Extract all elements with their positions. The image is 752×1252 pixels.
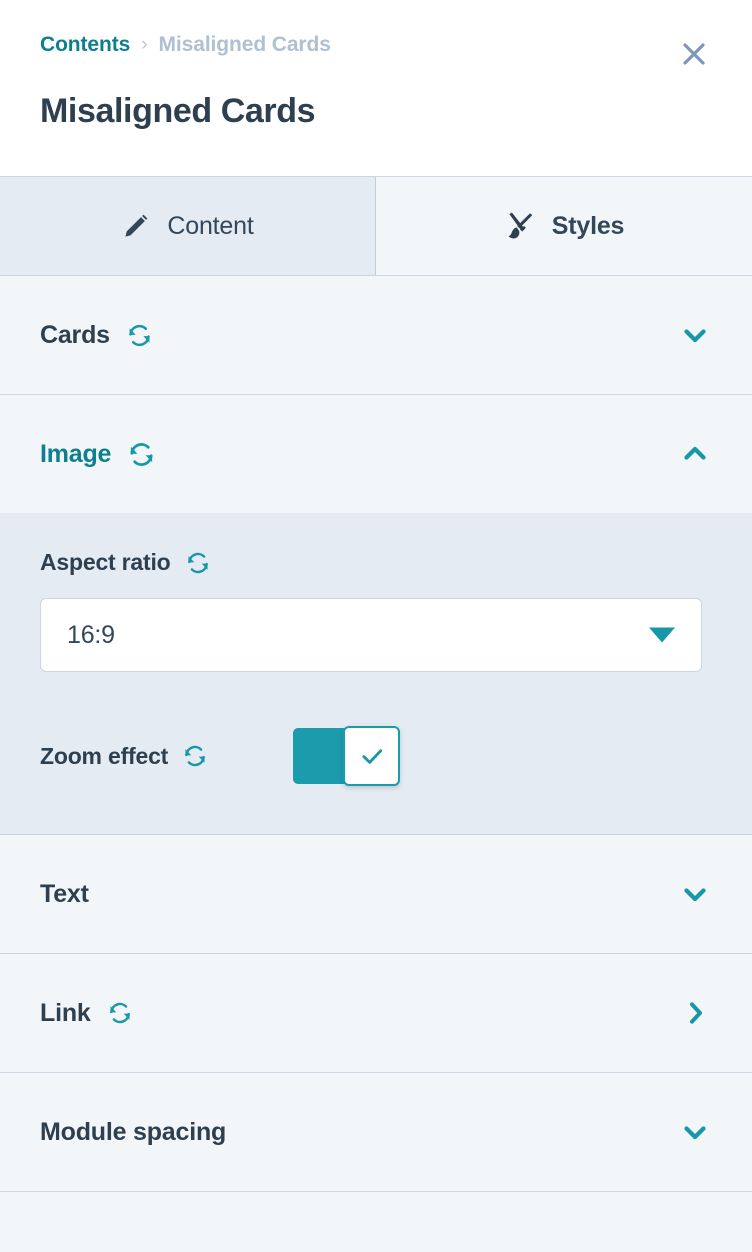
tab-content-label: Content — [167, 211, 254, 240]
caret-down-icon — [649, 627, 675, 643]
chevron-down-icon — [684, 329, 706, 343]
aspect-ratio-select[interactable]: 16:9 — [40, 598, 702, 672]
zoom-effect-label: Zoom effect — [40, 742, 169, 769]
section-image-body: Aspect ratio 16:9 Zoom effect — [0, 513, 752, 834]
tab-styles-label: Styles — [551, 211, 625, 240]
zoom-effect-toggle-knob — [343, 726, 401, 786]
section-link-title-group: Link — [40, 999, 680, 1028]
section-image-chevron[interactable] — [678, 437, 712, 471]
section-cards: Cards — [0, 276, 752, 395]
section-module-spacing-title-group: Module spacing — [40, 1118, 678, 1147]
module-settings-panel: Contents › Misaligned Cards Misaligned C… — [0, 0, 752, 1252]
refresh-icon[interactable] — [185, 550, 211, 576]
section-image-header[interactable]: Image — [0, 395, 752, 513]
tab-bar: Content Styles — [0, 176, 752, 276]
breadcrumb-separator-icon: › — [141, 33, 148, 55]
section-image-title-group: Image — [40, 440, 678, 469]
page-title: Misaligned Cards — [40, 92, 316, 130]
zoom-effect-row: Zoom effect — [40, 726, 712, 786]
chevron-down-icon — [684, 1126, 706, 1140]
section-cards-title-group: Cards — [40, 321, 678, 350]
section-module-spacing: Module spacing — [0, 1073, 752, 1192]
breadcrumb-root-link[interactable]: Contents — [40, 33, 130, 57]
section-module-spacing-chevron[interactable] — [678, 1115, 712, 1149]
tab-styles[interactable]: Styles — [376, 177, 752, 275]
refresh-icon[interactable] — [127, 440, 156, 469]
chevron-up-icon — [684, 446, 706, 460]
panel-header: Contents › Misaligned Cards Misaligned C… — [0, 0, 752, 176]
section-module-spacing-header[interactable]: Module spacing — [0, 1073, 752, 1191]
section-text: Text — [0, 835, 752, 954]
zoom-effect-field: Zoom effect — [40, 743, 208, 770]
refresh-icon[interactable] — [126, 322, 153, 349]
section-text-title: Text — [40, 879, 89, 908]
breadcrumb: Contents › Misaligned Cards — [40, 30, 712, 60]
aspect-ratio-value: 16:9 — [67, 620, 115, 649]
paintbrush-icon — [508, 212, 533, 239]
section-cards-header[interactable]: Cards — [0, 276, 752, 394]
chevron-right-icon — [690, 1002, 702, 1024]
panel-bottom-strip — [0, 1192, 752, 1216]
section-module-spacing-title: Module spacing — [40, 1117, 227, 1146]
close-icon — [683, 43, 705, 65]
chevron-down-icon — [684, 888, 706, 902]
pencil-icon — [125, 214, 148, 237]
section-link: Link — [0, 954, 752, 1073]
section-cards-chevron[interactable] — [678, 318, 712, 352]
refresh-icon[interactable] — [182, 743, 208, 769]
section-text-chevron[interactable] — [678, 877, 712, 911]
zoom-effect-toggle[interactable] — [293, 726, 401, 786]
section-image: Image Aspect ratio 16:9 Zoom effect — [0, 395, 752, 835]
aspect-ratio-field: Aspect ratio — [40, 549, 712, 576]
section-cards-title: Cards — [40, 320, 110, 349]
close-button[interactable] — [672, 32, 716, 76]
section-link-header[interactable]: Link — [0, 954, 752, 1072]
check-icon — [362, 749, 382, 764]
tab-content[interactable]: Content — [0, 177, 376, 275]
section-link-title: Link — [40, 998, 91, 1027]
aspect-ratio-label: Aspect ratio — [40, 549, 171, 575]
section-link-chevron[interactable] — [680, 997, 712, 1029]
refresh-icon[interactable] — [107, 1000, 133, 1026]
section-text-header[interactable]: Text — [0, 835, 752, 953]
section-text-title-group: Text — [40, 880, 678, 909]
breadcrumb-current-item: Misaligned Cards — [158, 33, 331, 56]
section-image-title: Image — [40, 439, 112, 468]
